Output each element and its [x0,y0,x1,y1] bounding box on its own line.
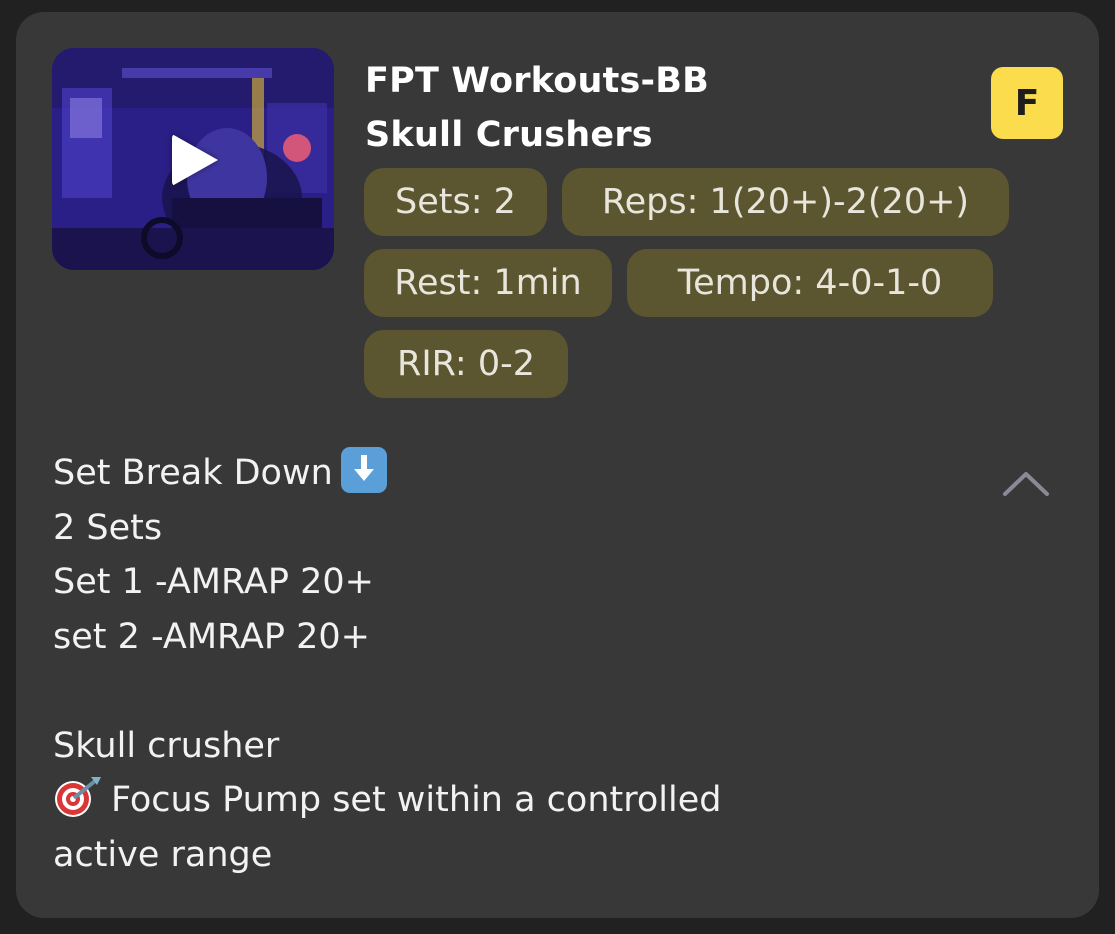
target-icon [55,777,101,817]
set-description: Set Break Down 2 Sets Set 1 -AMRAP 20+ s… [53,446,813,882]
chevron-up-icon[interactable] [1001,468,1051,498]
focus-text: Focus Pump set within a controlled [111,780,722,820]
exercise-title-block: FPT Workouts-BB Skull Crushers [365,54,709,162]
avatar[interactable]: F [991,67,1063,139]
video-thumbnail[interactable] [52,48,334,270]
program-name: FPT Workouts-BB [365,61,710,101]
tempo-badge: Tempo: 4-0-1-0 [627,249,993,317]
description-line: set 2 -AMRAP 20+ [53,616,370,657]
description-line: Set 1 -AMRAP 20+ [53,562,374,602]
exercise-card: FPT Workouts-BB Skull Crushers F Sets: 2… [16,12,1099,918]
rest-badge: Rest: 1min [364,249,612,317]
reps-badge: Reps: 1(20+)-2(20+) [562,168,1009,236]
breakdown-heading: Set Break Down [53,453,333,493]
description-line: active range [53,834,273,875]
play-icon[interactable] [172,134,218,186]
exercise-name: Skull Crushers [365,115,653,155]
sets-badge: Sets: 2 [364,168,547,236]
description-line: Skull crusher [53,725,280,766]
down-arrow-icon [340,447,387,493]
rir-badge: RIR: 0-2 [364,330,568,398]
description-line: 2 Sets [53,507,163,548]
